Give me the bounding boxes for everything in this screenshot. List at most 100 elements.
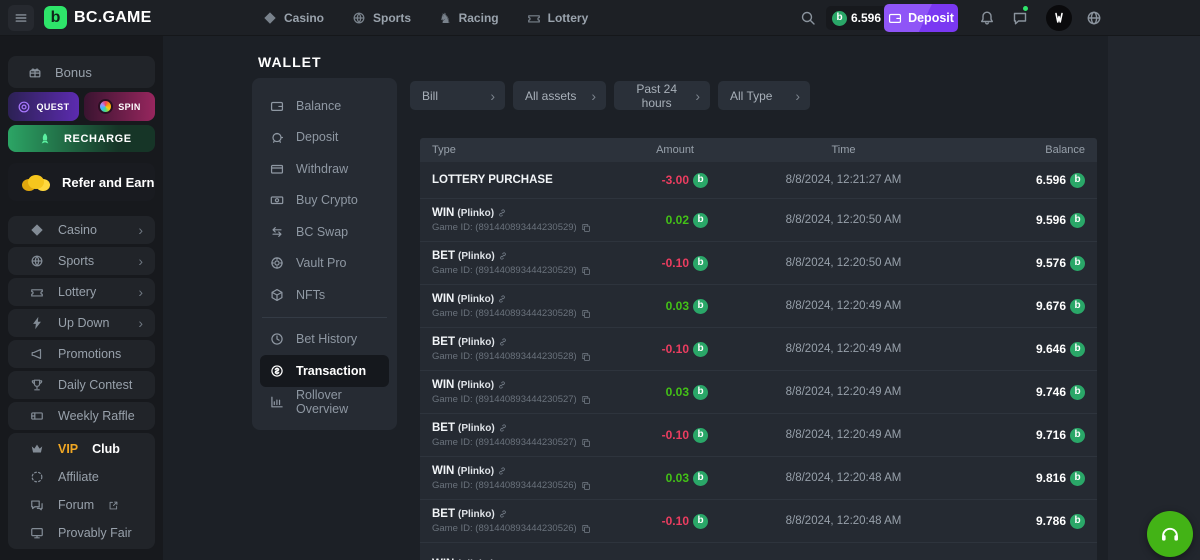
game-name: (Plinko) — [458, 337, 495, 348]
topnav-item-racing[interactable]: ♞Racing — [439, 11, 499, 25]
filter-bill[interactable]: Bill› — [410, 81, 505, 110]
filter-past-24-hours[interactable]: Past 24 hours› — [614, 81, 710, 110]
sidebar-item-up-down[interactable]: Up Down› — [8, 309, 155, 337]
language-globe-icon[interactable] — [1086, 10, 1102, 26]
sidebar-item-provably-fair[interactable]: Provably Fair — [8, 519, 155, 547]
bonus-button[interactable]: Bonus — [8, 56, 155, 88]
filter-label: Past 24 hours — [626, 82, 687, 110]
transaction-type: WIN — [432, 207, 454, 219]
cell-type: WIN(Plinko)Game ID: (891440893444230528) — [420, 293, 595, 319]
wallet-nav-deposit[interactable]: Deposit — [260, 122, 389, 154]
trophy-icon — [30, 378, 44, 392]
cell-balance: 9.596b — [977, 213, 1097, 228]
filter-all-assets[interactable]: All assets› — [513, 81, 606, 110]
wallet-nav-vault-pro[interactable]: Vault Pro — [260, 248, 389, 280]
balance-value: 9.676 — [1036, 299, 1066, 313]
copy-game-id-icon[interactable] — [581, 266, 591, 276]
recharge-button[interactable]: RECHARGE — [8, 125, 155, 152]
column-header-type: Type — [420, 144, 595, 156]
diamond-icon — [263, 11, 277, 25]
filter-label: Bill — [422, 89, 438, 103]
avatar[interactable] — [1046, 5, 1072, 31]
game-id-line: Game ID: (891440893444230526) — [432, 523, 595, 534]
sidebar-item-label: Forum — [58, 498, 94, 512]
topnav-item-sports[interactable]: Sports — [352, 11, 411, 25]
cell-amount: -0.10b — [595, 342, 710, 357]
sidebar-item-lottery[interactable]: Lottery› — [8, 278, 155, 306]
sidebar-item-forum[interactable]: Forum — [8, 491, 155, 519]
coin-icon: b — [693, 299, 708, 314]
chat-icon[interactable] — [1012, 10, 1028, 26]
logo[interactable]: b BC.GAME — [44, 6, 152, 29]
copy-game-id-icon[interactable] — [581, 481, 591, 491]
type-line: WIN(Plinko) — [432, 293, 595, 305]
rocket-icon — [38, 132, 52, 146]
wallet-nav-label: BC Swap — [296, 225, 348, 239]
game-link-icon[interactable] — [497, 466, 507, 476]
sidebar-item-vip-club[interactable]: VIP Club — [8, 435, 155, 463]
wallet-icon — [888, 11, 902, 25]
refer-and-earn-button[interactable]: Refer and Earn — [8, 163, 155, 201]
game-link-icon[interactable] — [498, 337, 508, 347]
support-button[interactable] — [1147, 511, 1193, 557]
wallet-nav-label: Bet History — [296, 332, 357, 346]
type-line: BET(Plinko) — [432, 508, 595, 520]
wallet-nav-bet-history[interactable]: Bet History — [260, 324, 389, 356]
cell-type: LOTTERY PURCHASE — [420, 174, 595, 186]
filter-all-type[interactable]: All Type› — [718, 81, 810, 110]
sidebar-item-weekly-raffle[interactable]: Weekly Raffle — [8, 402, 155, 430]
spin-button[interactable]: SPIN — [84, 92, 155, 121]
copy-game-id-icon[interactable] — [581, 438, 591, 448]
game-name: (Plinko) — [457, 294, 494, 305]
table-row: BET(Plinko)Game ID: (891440893444230527)… — [420, 413, 1097, 456]
sidebar-item-label: Promotions — [58, 347, 143, 361]
wallet-nav-balance[interactable]: Balance — [260, 90, 389, 122]
topnav-item-lottery[interactable]: Lottery — [527, 11, 589, 25]
game-link-icon[interactable] — [497, 380, 507, 390]
refer-label: Refer and Earn — [62, 175, 154, 190]
copy-game-id-icon[interactable] — [581, 395, 591, 405]
sidebar-item-promotions[interactable]: Promotions — [8, 340, 155, 368]
game-link-icon[interactable] — [498, 251, 508, 261]
cell-balance: 9.746b — [977, 385, 1097, 400]
sidebar-item-affiliate[interactable]: Affiliate — [8, 463, 155, 491]
game-id-text: Game ID: (891440893444230528) — [432, 351, 577, 362]
game-id-line: Game ID: (891440893444230526) — [432, 480, 595, 491]
search-icon[interactable] — [800, 10, 816, 26]
sidebar-item-casino[interactable]: Casino› — [8, 216, 155, 244]
sidebar-item-daily-contest[interactable]: Daily Contest — [8, 371, 155, 399]
copy-game-id-icon[interactable] — [581, 309, 591, 319]
sidebar-item-label: Provably Fair — [58, 526, 132, 540]
coin-icon: b — [1070, 471, 1085, 486]
quest-button[interactable]: QUEST — [8, 92, 79, 121]
wallet-nav-transaction[interactable]: Transaction — [260, 355, 389, 387]
game-id-text: Game ID: (891440893444230527) — [432, 394, 577, 405]
wallet-nav-label: Balance — [296, 99, 341, 113]
coin-icon: b — [1070, 256, 1085, 271]
coin-icon: b — [693, 428, 708, 443]
wallet-nav-rollover-overview[interactable]: Rollover Overview — [260, 387, 389, 419]
copy-game-id-icon[interactable] — [581, 352, 591, 362]
copy-game-id-icon[interactable] — [581, 223, 591, 233]
copy-game-id-icon[interactable] — [581, 524, 591, 534]
sidebar-item-sports[interactable]: Sports› — [8, 247, 155, 275]
cell-amount: -3.00b — [595, 173, 710, 188]
cell-type: WIN(Plinko)Game ID: (891440893444230526) — [420, 465, 595, 491]
hamburger-icon — [14, 11, 28, 25]
wallet-nav-label: Deposit — [296, 130, 338, 144]
game-link-icon[interactable] — [498, 509, 508, 519]
vip-rest-label: Club — [92, 442, 120, 456]
hamburger-menu-button[interactable] — [8, 5, 34, 31]
table-row: WIN(Plinko)Game ID: (891440893444230527)… — [420, 370, 1097, 413]
wallet-nav-buy-crypto[interactable]: Buy Crypto — [260, 185, 389, 217]
wallet-nav-bc-swap[interactable]: BC Swap — [260, 216, 389, 248]
wallet-nav-nfts[interactable]: NFTs — [260, 279, 389, 311]
notifications-bell-icon[interactable] — [979, 10, 995, 26]
coin-icon: b — [693, 213, 708, 228]
game-link-icon[interactable] — [497, 208, 507, 218]
game-link-icon[interactable] — [497, 294, 507, 304]
deposit-button[interactable]: Deposit — [884, 4, 958, 32]
topnav-item-casino[interactable]: Casino — [263, 11, 324, 25]
game-link-icon[interactable] — [498, 423, 508, 433]
wallet-nav-withdraw[interactable]: Withdraw — [260, 153, 389, 185]
